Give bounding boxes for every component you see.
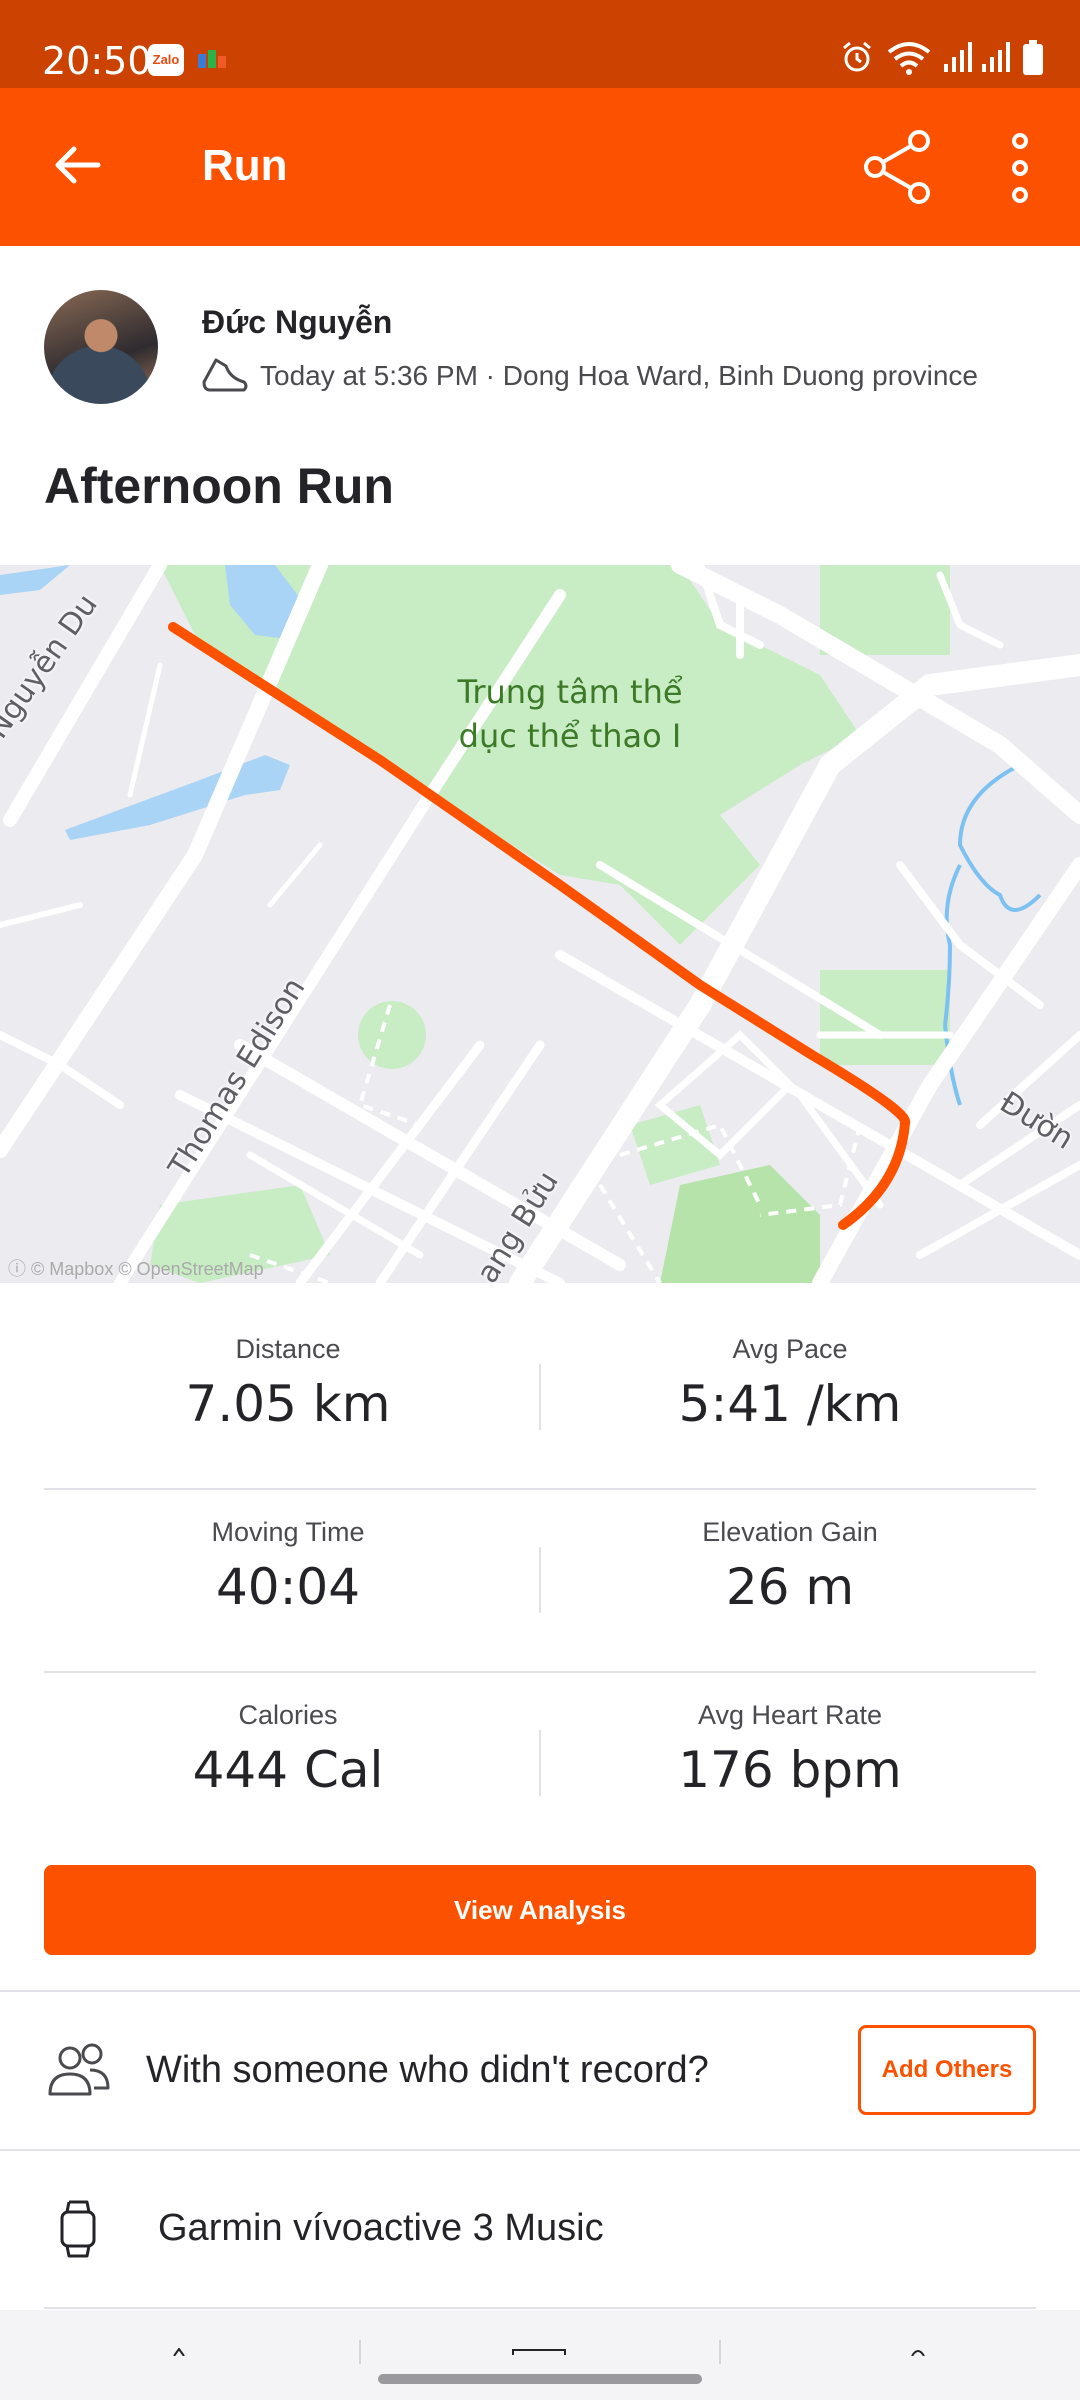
stat-label: Elevation Gain <box>702 1517 878 1547</box>
stat-label: Distance <box>235 1334 341 1364</box>
people-icon <box>48 2043 110 2096</box>
stat-value: 444 Cal <box>192 1741 384 1799</box>
stat-moving-time: Moving Time 40:04 <box>38 1515 538 1617</box>
stat-value: 176 bpm <box>678 1741 902 1799</box>
app-header: Run <box>0 88 1080 246</box>
divider <box>44 1488 1036 1490</box>
activity-title: Afternoon Run <box>44 458 394 514</box>
athlete-name[interactable]: Đức Nguyễn <box>202 302 392 342</box>
share-icon[interactable] <box>862 128 934 206</box>
stat-distance: Distance 7.05 km <box>38 1332 538 1434</box>
stat-avg-heart-rate: Avg Heart Rate 176 bpm <box>540 1698 1040 1800</box>
stat-elevation-gain: Elevation Gain 26 m <box>540 1515 1040 1617</box>
back-arrow-icon[interactable] <box>52 140 102 190</box>
stat-label: Avg Heart Rate <box>697 1700 883 1730</box>
stat-value: 26 m <box>725 1558 855 1616</box>
add-others-button[interactable]: Add Others <box>858 2025 1036 2115</box>
watch-icon <box>60 2200 96 2258</box>
divider <box>44 1671 1036 1673</box>
map-attribution[interactable]: ⓘ © Mapbox © OpenStreetMap <box>8 1255 264 1281</box>
activity-meta: Today at 5:36 PM · Dong Hoa Ward, Binh D… <box>260 360 979 391</box>
page-title: Run <box>202 141 288 190</box>
divider <box>0 2149 1080 2151</box>
map-attribution-text: © Mapbox © OpenStreetMap <box>31 1259 264 1279</box>
more-vertical-icon[interactable] <box>1000 128 1040 208</box>
zalo-icon: Zalo <box>148 44 184 76</box>
profile-nav-icon[interactable] <box>908 2348 928 2356</box>
alarm-icon <box>843 41 871 72</box>
status-bar: 20:50 Zalo <box>0 0 1080 88</box>
divider <box>0 1990 1080 1992</box>
bottom-nav <box>0 2310 1080 2400</box>
status-time: 20:50 <box>42 39 152 83</box>
stat-value: 40:04 <box>215 1558 361 1616</box>
signal-icon-2 <box>982 42 1010 72</box>
stat-label: Moving Time <box>211 1517 365 1547</box>
record-nav-icon[interactable] <box>512 2348 566 2356</box>
with-someone-text: With someone who didn't record? <box>146 2049 709 2091</box>
stat-label: Calories <box>238 1700 338 1730</box>
divider <box>44 2307 1036 2309</box>
avatar[interactable] <box>44 290 158 404</box>
view-analysis-button[interactable]: View Analysis <box>44 1865 1036 1955</box>
park-label: Trung tâm thể dục thể thao I <box>457 673 683 755</box>
stat-label: Avg Pace <box>732 1334 848 1364</box>
device-name: Garmin vívoactive 3 Music <box>158 2207 604 2249</box>
shoe-icon <box>202 358 248 392</box>
wifi-icon <box>887 42 931 75</box>
signal-icon <box>944 42 972 72</box>
divider <box>719 2340 721 2364</box>
battery-icon <box>1023 40 1043 75</box>
stat-avg-pace: Avg Pace 5:41 /km <box>540 1332 1040 1434</box>
divider <box>359 2340 361 2364</box>
stat-calories: Calories 444 Cal <box>38 1698 538 1800</box>
home-indicator[interactable] <box>378 2374 702 2384</box>
home-nav-icon[interactable] <box>172 2348 186 2356</box>
stat-value: 5:41 /km <box>678 1375 902 1433</box>
route-map[interactable]: Trung tâm thể dục thể thao I Nguyễn Du T… <box>0 565 1080 1283</box>
stat-value: 7.05 km <box>185 1375 391 1433</box>
app-notification-icon <box>198 50 226 68</box>
